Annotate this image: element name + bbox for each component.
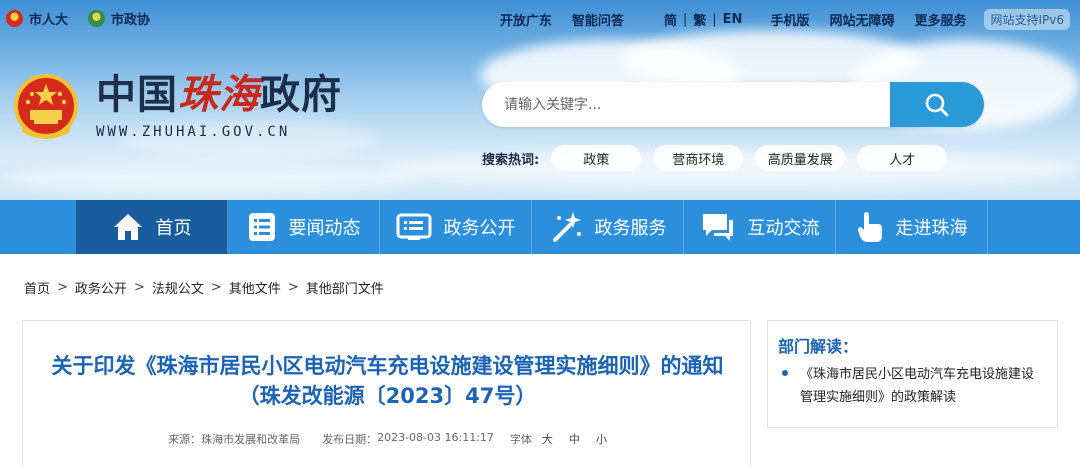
nav-news[interactable]: 要闻动态	[228, 200, 380, 254]
home-icon	[113, 214, 142, 240]
cppcc-emblem-icon	[88, 10, 106, 27]
date-value: 2023-08-03 16:11:17	[377, 431, 494, 444]
link-municipal-people-congress[interactable]: 市人大	[6, 9, 68, 28]
nav-home[interactable]: 首页	[76, 200, 228, 254]
policy-interpretation-link[interactable]: 《珠海市居民小区电动汽车充电设施建设管理实施细则》的政策解读	[782, 363, 1044, 409]
divider: |	[712, 12, 717, 27]
hot-search-label: 搜索热词:	[482, 152, 540, 168]
search-icon	[925, 93, 949, 116]
news-list-icon	[248, 213, 275, 241]
emblem-icon	[6, 10, 23, 27]
article-doc-number: （珠发改能源〔2023〕47号）	[238, 384, 537, 408]
breadcrumb-separator: >	[133, 280, 145, 295]
hand-pointer-icon	[857, 212, 882, 242]
dept-interpretation-title: 部门解读：	[778, 337, 859, 356]
service-magic-icon	[552, 212, 581, 242]
font-size-medium-button[interactable]: 中	[569, 431, 580, 447]
nav-label: 政务服务	[594, 218, 667, 239]
open-affairs-icon	[396, 213, 431, 240]
ipv6-badge: 网站支持IPv6	[984, 9, 1070, 30]
breadcrumb-open-affairs[interactable]: 政务公开	[75, 278, 127, 297]
link-label: 市人大	[29, 13, 69, 28]
breadcrumb-other-dept-files[interactable]: 其他部门文件	[306, 278, 384, 297]
breadcrumb: 首页 > 政务公开 > 法规公文 > 其他文件 > 其他部门文件	[24, 278, 384, 297]
site-logo[interactable]: 中国珠海政府 WWW.ZHUHAI.GOV.CN	[12, 72, 342, 144]
bullet-icon	[782, 370, 788, 376]
site-title: 中国珠海政府	[96, 71, 342, 118]
article-meta: 来源： 珠海市发展和改革局 发布日期： 2023-08-03 16:11:17 …	[23, 431, 752, 447]
link-more-services[interactable]: 更多服务	[914, 10, 966, 29]
main-nav: 首页 要闻动态 政务公开 政务服务 互动交流 走进珠海	[0, 200, 1080, 254]
nav-label: 互动交流	[747, 218, 820, 239]
link-open-guangdong[interactable]: 开放广东	[500, 10, 552, 29]
breadcrumb-home[interactable]: 首页	[24, 278, 50, 297]
search-input[interactable]	[482, 82, 890, 127]
lang-english[interactable]: EN	[723, 12, 743, 27]
breadcrumb-separator: >	[210, 280, 222, 295]
top-bar: 市人大 市政协 开放广东 智能问答 简 | 繁 | EN 手机版 网站无障碍 更…	[0, 0, 1080, 36]
hot-tag-policy[interactable]: 政策	[551, 145, 642, 171]
search-button[interactable]	[890, 82, 984, 127]
nav-label: 走进珠海	[895, 218, 968, 239]
breadcrumb-separator: >	[57, 280, 68, 295]
article-title-line: 关于印发《珠海市居民小区电动汽车充电设施建设管理实施细则》的通知	[51, 354, 724, 378]
font-size-large-button[interactable]: 大	[542, 431, 553, 447]
dept-interpretation-panel: 部门解读： 《珠海市居民小区电动汽车充电设施建设管理实施细则》的政策解读	[767, 320, 1058, 428]
nav-interaction[interactable]: 互动交流	[684, 200, 836, 254]
article-title: 关于印发《珠海市居民小区电动汽车充电设施建设管理实施细则》的通知 （珠发改能源〔…	[23, 351, 752, 411]
font-size-small-button[interactable]: 小	[596, 431, 607, 447]
nav-services[interactable]: 政务服务	[532, 200, 684, 254]
divider: |	[682, 12, 688, 27]
breadcrumb-separator: >	[287, 280, 299, 295]
link-smart-qa[interactable]: 智能问答	[572, 10, 624, 29]
font-size-label: 字体	[509, 433, 532, 446]
link-accessibility[interactable]: 网站无障碍	[829, 10, 894, 29]
breadcrumb-regulations[interactable]: 法规公文	[152, 278, 204, 297]
national-emblem-icon	[12, 72, 80, 144]
date-label: 发布日期：	[322, 433, 378, 446]
link-label: 市政协	[111, 13, 151, 28]
source-value: 珠海市发展和改革局	[201, 433, 301, 446]
nav-label: 要闻动态	[288, 218, 361, 239]
nav-open-affairs[interactable]: 政务公开	[380, 200, 532, 254]
top-left-links: 市人大 市政协	[6, 9, 150, 28]
hot-tag-business-environment[interactable]: 营商环境	[653, 145, 744, 171]
hot-tag-high-quality-development[interactable]: 高质量发展	[755, 145, 846, 171]
link-mobile-version[interactable]: 手机版	[770, 10, 809, 29]
policy-interpretation-text: 《珠海市居民小区电动汽车充电设施建设管理实施细则》的政策解读	[800, 367, 1035, 405]
hot-tag-talent[interactable]: 人才	[857, 145, 948, 171]
breadcrumb-other-files[interactable]: 其他文件	[229, 278, 281, 297]
nav-label: 首页	[155, 218, 192, 239]
top-right-links: 开放广东 智能问答 简 | 繁 | EN 手机版 网站无障碍 更多服务 网站支持…	[500, 9, 1070, 30]
lang-traditional[interactable]: 繁	[693, 10, 706, 29]
nav-about-zhuhai[interactable]: 走进珠海	[836, 200, 988, 254]
chat-icon	[702, 214, 733, 241]
source-label: 来源：	[168, 433, 202, 446]
article-panel: 关于印发《珠海市居民小区电动汽车充电设施建设管理实施细则》的通知 （珠发改能源〔…	[22, 320, 751, 467]
site-url: WWW.ZHUHAI.GOV.CN	[96, 124, 291, 140]
nav-label: 政务公开	[443, 218, 516, 239]
hot-search-terms: 搜索热词: 政策 营商环境 高质量发展 人才	[482, 145, 948, 171]
link-municipal-cppcc[interactable]: 市政协	[88, 9, 150, 28]
search-bar	[482, 82, 984, 127]
lang-simplified[interactable]: 简	[664, 10, 677, 29]
